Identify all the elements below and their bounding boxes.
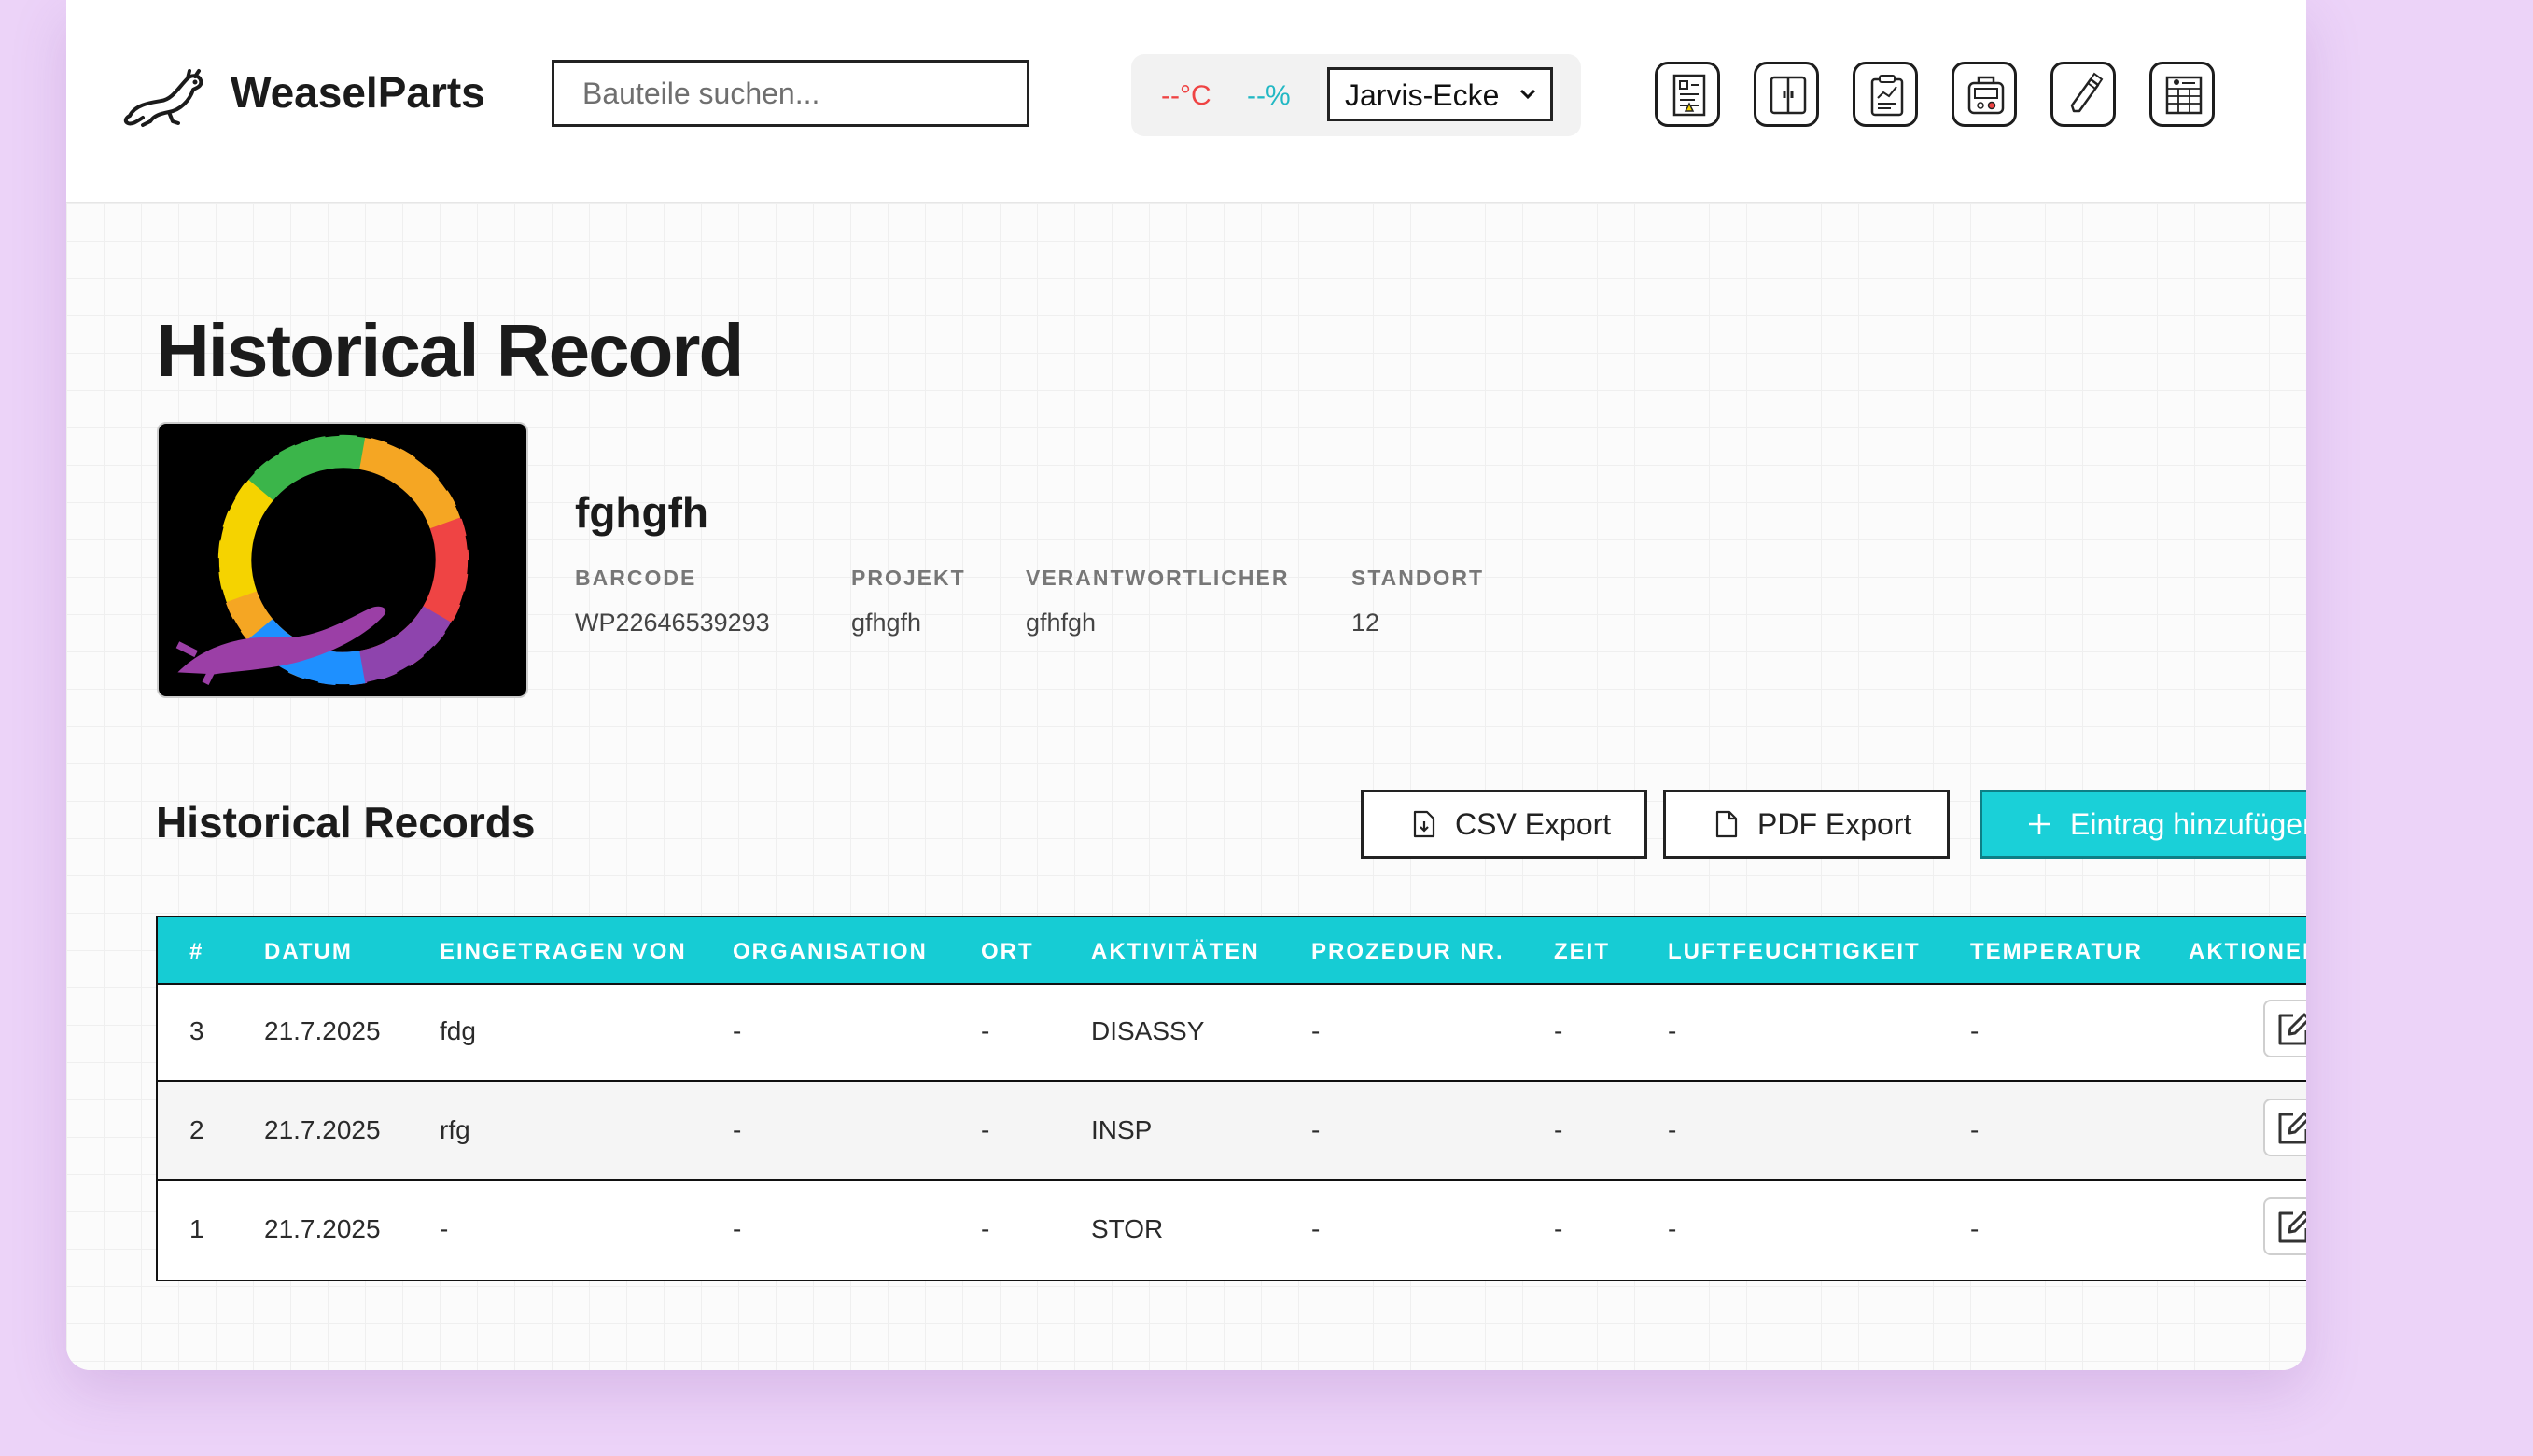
cell-temperature: - [1970, 1115, 1980, 1144]
cell-time: - [1554, 1016, 1563, 1045]
col-place[interactable]: ORT [981, 939, 1034, 965]
cell-number: 3 [189, 1016, 204, 1045]
cell-activity: STOR [1091, 1214, 1164, 1243]
csv-export-button[interactable]: CSV Export [1361, 790, 1647, 859]
col-procedure[interactable]: PROZEDUR NR. [1311, 939, 1504, 965]
cell-date: 21.7.2025 [264, 1016, 381, 1045]
cell-time: - [1554, 1214, 1563, 1243]
cell-place: - [981, 1115, 990, 1144]
cell-organisation: - [733, 1016, 742, 1045]
add-entry-label: Eintrag hinzufügen [2070, 806, 2306, 841]
cell-procedure: - [1311, 1115, 1321, 1144]
climate-widget: --°C --% Jarvis-Ecke [1131, 54, 1581, 136]
gear-weasel-logo-icon [175, 424, 481, 696]
csv-export-label: CSV Export [1455, 806, 1612, 841]
cell-temperature: - [1970, 1016, 1980, 1045]
part-name: fghgfh [575, 488, 709, 537]
pen-tool-button[interactable] [2050, 62, 2122, 133]
col-date[interactable]: DATUM [264, 939, 353, 965]
cell-number: 2 [189, 1115, 204, 1144]
search-input[interactable] [552, 60, 1029, 127]
chevron-down-icon [1519, 89, 1536, 100]
pen-tool-icon [2070, 72, 2104, 113]
col-number[interactable]: # [189, 939, 203, 965]
cell-place: - [981, 1016, 990, 1045]
records-title: Historical Records [156, 798, 536, 847]
col-entered-by[interactable]: EINGETRAGEN VON [440, 939, 687, 965]
page-title: Historical Record [156, 309, 744, 392]
cell-number: 1 [189, 1214, 204, 1243]
location-label: STANDORT [1351, 566, 1485, 590]
pdf-export-button[interactable]: PDF Export [1663, 790, 1950, 859]
records-table: # DATUM EINGETRAGEN VON ORGANISATION ORT… [156, 916, 2306, 1281]
calendar-grid-button[interactable] [2149, 62, 2221, 133]
add-entry-button[interactable]: Eintrag hinzufügen [1980, 790, 2306, 859]
weasel-logo-icon [123, 69, 203, 127]
cell-place: - [981, 1214, 990, 1243]
inventory-sheet-icon [1672, 74, 1706, 117]
cell-humidity: - [1668, 1016, 1677, 1045]
location-select[interactable]: Jarvis-Ecke [1327, 67, 1553, 121]
cell-procedure: - [1311, 1214, 1321, 1243]
cell-entered-by: fdg [440, 1016, 476, 1045]
file-download-icon [1413, 810, 1435, 838]
cell-organisation: - [733, 1115, 742, 1144]
location-select-value: Jarvis-Ecke [1345, 78, 1500, 112]
plus-icon [2029, 814, 2050, 834]
part-image[interactable] [157, 422, 528, 698]
edit-button[interactable] [2263, 1000, 2306, 1057]
cell-temperature: - [1970, 1214, 1980, 1243]
cell-organisation: - [733, 1214, 742, 1243]
cell-entered-by: rfg [440, 1115, 470, 1144]
table-row[interactable]: 1 21.7.2025 - - - STOR - - - - [158, 1181, 2306, 1278]
col-actions: AKTIONEN [2189, 939, 2306, 964]
scale-device-icon [1967, 76, 2005, 115]
col-humidity[interactable]: LUFTFEUCHTIGKEIT [1668, 939, 1921, 965]
col-activities[interactable]: AKTIVITÄTEN [1091, 939, 1260, 965]
clipboard-chart-button[interactable] [1853, 62, 1924, 133]
col-time[interactable]: ZEIT [1554, 939, 1610, 965]
cell-activity: INSP [1091, 1115, 1153, 1144]
app-window: WeaselParts --°C --% Jarvis-Ecke [66, 0, 2306, 1370]
cell-humidity: - [1668, 1115, 1677, 1144]
project-label: PROJEKT [851, 566, 966, 590]
cell-humidity: - [1668, 1214, 1677, 1243]
cell-entered-by: - [440, 1214, 449, 1243]
inventory-sheet-button[interactable] [1655, 62, 1727, 133]
edit-icon [2278, 1013, 2306, 1045]
edit-icon [2278, 1211, 2306, 1243]
barcode-value: WP22646539293 [575, 609, 770, 637]
top-header: WeaselParts --°C --% Jarvis-Ecke [66, 0, 2306, 203]
cell-time: - [1554, 1115, 1563, 1144]
cabinet-icon [1770, 76, 1807, 115]
cell-activity: DISASSY [1091, 1016, 1205, 1045]
humidity-readout: --% [1247, 80, 1291, 111]
scale-device-button[interactable] [1952, 62, 2023, 133]
clipboard-chart-icon [1870, 75, 1904, 117]
col-temperature[interactable]: TEMPERATUR [1970, 939, 2143, 965]
owner-value: gfhfgh [1026, 609, 1097, 637]
edit-icon [2278, 1112, 2306, 1144]
main-content: Historical Record fghgfh BARCODE WP22646… [66, 203, 2306, 1370]
project-value: gfhgfh [851, 609, 922, 637]
table-row[interactable]: 2 21.7.2025 rfg - - INSP - - - - [158, 1082, 2306, 1181]
table-header: # DATUM EINGETRAGEN VON ORGANISATION ORT… [158, 917, 2306, 985]
cell-procedure: - [1311, 1016, 1321, 1045]
temperature-readout: --°C [1161, 80, 1211, 111]
calendar-grid-icon [2165, 76, 2203, 115]
brand-name[interactable]: WeaselParts [231, 67, 485, 118]
file-icon [1715, 810, 1738, 838]
cabinet-button[interactable] [1754, 62, 1826, 133]
pdf-export-label: PDF Export [1757, 806, 1912, 841]
edit-button[interactable] [2263, 1197, 2306, 1255]
owner-label: VERANTWORTLICHER [1026, 566, 1290, 590]
cell-date: 21.7.2025 [264, 1214, 381, 1243]
col-organisation[interactable]: ORGANISATION [733, 939, 928, 965]
barcode-label: BARCODE [575, 566, 697, 590]
location-value: 12 [1351, 609, 1380, 637]
edit-button[interactable] [2263, 1099, 2306, 1156]
table-row[interactable]: 3 21.7.2025 fdg - - DISASSY - - - - [158, 983, 2306, 1082]
cell-date: 21.7.2025 [264, 1115, 381, 1144]
